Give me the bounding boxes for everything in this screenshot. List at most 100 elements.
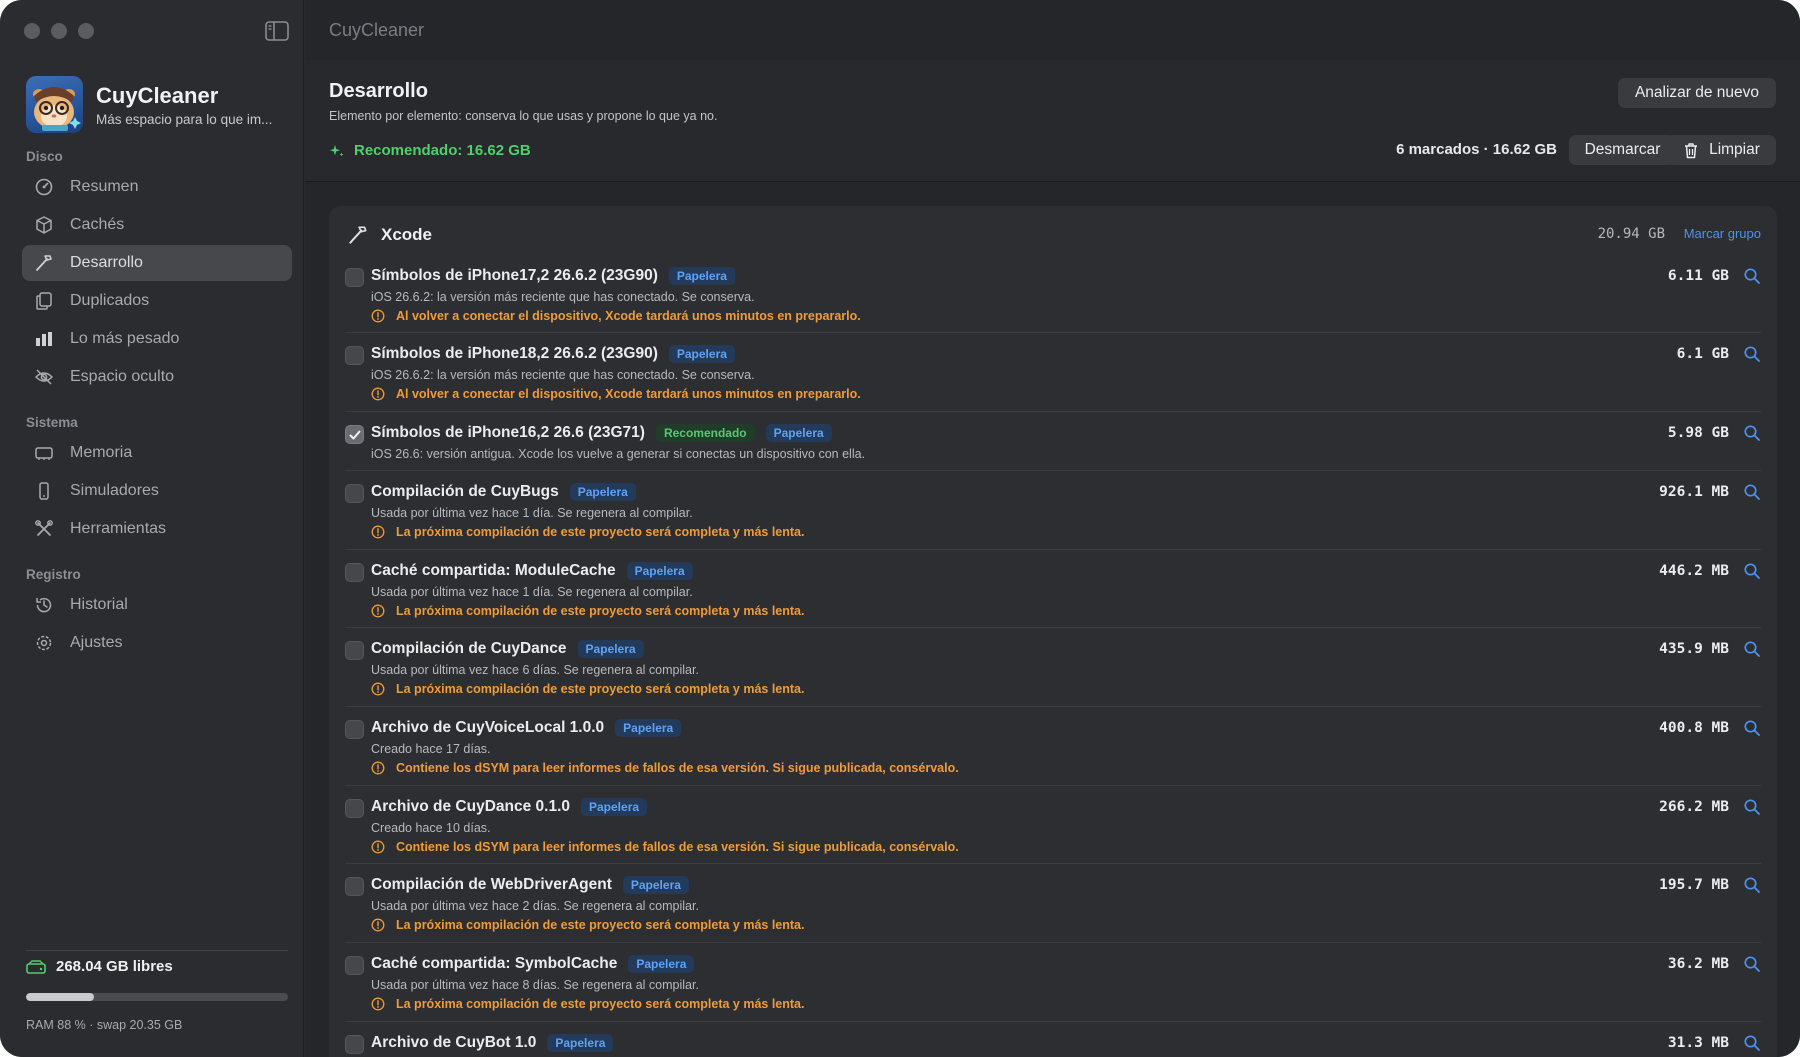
trash-badge: Papelera xyxy=(668,345,735,363)
sidebar-item-desarrollo[interactable]: Desarrollo xyxy=(22,245,292,281)
mark-group-link[interactable]: Marcar grupo xyxy=(1684,226,1761,241)
item-checkbox[interactable] xyxy=(345,346,364,365)
clean-button[interactable]: Limpiar xyxy=(1667,135,1776,165)
window-controls xyxy=(24,23,94,39)
list-item[interactable]: Archivo de CuyDance 0.1.0 Papelera Creado … xyxy=(345,793,1761,857)
item-description: iOS 26.6.2: la versión más reciente que … xyxy=(371,290,755,304)
list-item[interactable]: Compilación de CuyBugs Papelera Usada por … xyxy=(345,478,1761,542)
sidebar-item-ajustes[interactable]: Ajustes xyxy=(22,625,292,661)
item-title: Compilación de CuyDance xyxy=(371,640,567,657)
item-size: 435.9 MB xyxy=(1659,641,1729,657)
item-divider xyxy=(345,1021,1761,1022)
trash-badge: Papelera xyxy=(765,424,832,442)
reveal-search-icon[interactable] xyxy=(1743,483,1761,501)
sidebar-item-caches[interactable]: Cachés xyxy=(22,207,292,243)
item-title-row: Archivo de CuyDance 0.1.0 Papelera xyxy=(371,798,648,816)
minimize-window-button[interactable] xyxy=(51,23,67,39)
zoom-window-button[interactable] xyxy=(78,23,94,39)
item-title: Archivo de CuyVoiceLocal 1.0.0 xyxy=(371,719,605,736)
item-divider xyxy=(345,411,1761,412)
reveal-search-icon[interactable] xyxy=(1743,955,1761,973)
item-checkbox[interactable] xyxy=(345,484,364,503)
group-name: Xcode xyxy=(381,225,433,244)
sidebar-item-historial[interactable]: Historial xyxy=(22,587,292,623)
reveal-search-icon[interactable] xyxy=(1743,640,1761,658)
warning-icon xyxy=(371,682,385,696)
list-item[interactable]: Símbolos de iPhone18,2 26.6.2 (23G90) Pap… xyxy=(345,340,1761,404)
hammer-icon xyxy=(36,255,52,271)
item-checkbox[interactable] xyxy=(345,268,364,287)
sidebar-item-label: Historial xyxy=(70,596,128,613)
item-title: Símbolos de iPhone16,2 26.6 (23G71) xyxy=(371,424,645,441)
trash-badge: Papelera xyxy=(622,876,689,894)
disk-status: 268.04 GB libres xyxy=(26,958,173,975)
list-item[interactable]: Compilación de WebDriverAgent Papelera Usa… xyxy=(345,871,1761,935)
list-item[interactable]: Archivo de CuyBot 1.0 Papelera 31.3 MB xyxy=(345,1029,1761,1057)
section-registro: Registro xyxy=(26,567,81,582)
list-item[interactable]: Caché compartida: ModuleCache Papelera Usa… xyxy=(345,557,1761,621)
gear-icon xyxy=(36,635,52,651)
list-item[interactable]: Símbolos de iPhone16,2 26.6 (23G71) Recom… xyxy=(345,419,1761,483)
item-size: 266.2 MB xyxy=(1659,799,1729,815)
item-checkbox[interactable] xyxy=(345,563,364,582)
list-item[interactable]: Archivo de CuyVoiceLocal 1.0.0 Papelera Cr… xyxy=(345,714,1761,778)
sidebar-item-herramientas[interactable]: Herramientas xyxy=(22,511,292,547)
reveal-search-icon[interactable] xyxy=(1743,1034,1761,1052)
item-warning: La próxima compilación de este proyecto … xyxy=(371,525,804,539)
trash-badge: Papelera xyxy=(615,719,682,737)
list-item[interactable]: Compilación de CuyDance Papelera Usada por… xyxy=(345,635,1761,699)
rescan-button[interactable]: Analizar de nuevo xyxy=(1618,78,1776,108)
reveal-search-icon[interactable] xyxy=(1743,267,1761,285)
reveal-search-icon[interactable] xyxy=(1743,798,1761,816)
item-checkbox[interactable] xyxy=(345,956,364,975)
unmark-button[interactable]: Desmarcar xyxy=(1569,135,1676,165)
list-item[interactable]: Símbolos de iPhone17,2 26.6.2 (23G90) Pap… xyxy=(345,262,1761,326)
item-title-row: Compilación de CuyDance Papelera xyxy=(371,640,644,658)
item-warning-text: La próxima compilación de este proyecto … xyxy=(396,525,805,539)
sidebar-item-simuladores[interactable]: Simuladores xyxy=(22,473,292,509)
item-checkbox[interactable] xyxy=(345,799,364,818)
disk-usage-bar xyxy=(26,993,288,1001)
sidebar-item-espacio-oculto[interactable]: Espacio oculto xyxy=(22,359,292,395)
drive-icon xyxy=(26,959,46,974)
sidebar-item-lo-mas-pesado[interactable]: Lo más pesado xyxy=(22,321,292,357)
eye-slash-icon xyxy=(34,369,54,385)
list-item[interactable]: Caché compartida: SymbolCache Papelera Usa… xyxy=(345,950,1761,1014)
sidebar-item-duplicados[interactable]: Duplicados xyxy=(22,283,292,319)
item-size: 6.11 GB xyxy=(1667,268,1729,284)
reveal-search-icon[interactable] xyxy=(1743,424,1761,442)
item-divider xyxy=(345,706,1761,707)
reveal-search-icon[interactable] xyxy=(1743,345,1761,363)
trash-icon xyxy=(1685,142,1698,158)
page-subtitle: Elemento por elemento: conserva lo que u… xyxy=(329,109,718,123)
item-divider xyxy=(345,332,1761,333)
warning-icon xyxy=(371,840,385,854)
item-divider xyxy=(345,627,1761,628)
item-checkbox[interactable] xyxy=(345,425,364,444)
reveal-search-icon[interactable] xyxy=(1743,719,1761,737)
item-divider xyxy=(345,942,1761,943)
warning-icon xyxy=(371,525,385,539)
reveal-search-icon[interactable] xyxy=(1743,562,1761,580)
item-title: Compilación de WebDriverAgent xyxy=(371,876,612,893)
reveal-search-icon[interactable] xyxy=(1743,876,1761,894)
item-size: 6.1 GB xyxy=(1676,346,1729,362)
clean-button-label: Limpiar xyxy=(1709,141,1760,158)
item-checkbox[interactable] xyxy=(345,877,364,896)
item-description: Usada por última vez hace 8 días. Se reg… xyxy=(371,978,699,992)
item-checkbox[interactable] xyxy=(345,720,364,739)
checkmark-icon xyxy=(349,430,361,440)
item-checkbox[interactable] xyxy=(345,1035,364,1054)
item-warning: Contiene los dSYM para leer informes de … xyxy=(371,840,959,854)
sidebar-item-label: Herramientas xyxy=(70,520,167,537)
recommended-label: Recomendado: 16.62 GB xyxy=(354,142,531,159)
close-window-button[interactable] xyxy=(24,23,40,39)
item-title-row: Caché compartida: SymbolCache Papelera xyxy=(371,955,695,973)
item-divider xyxy=(345,785,1761,786)
sidebar-item-memoria[interactable]: Memoria xyxy=(22,435,292,471)
item-checkbox[interactable] xyxy=(345,641,364,660)
sidebar-item-resumen[interactable]: Resumen xyxy=(22,169,292,205)
item-warning-text: Al volver a conectar el dispositivo, Xco… xyxy=(396,387,861,401)
sidebar-toggle-icon[interactable] xyxy=(265,21,289,41)
main-content: CuyCleaner Desarrollo Elemento por eleme… xyxy=(305,0,1800,1057)
